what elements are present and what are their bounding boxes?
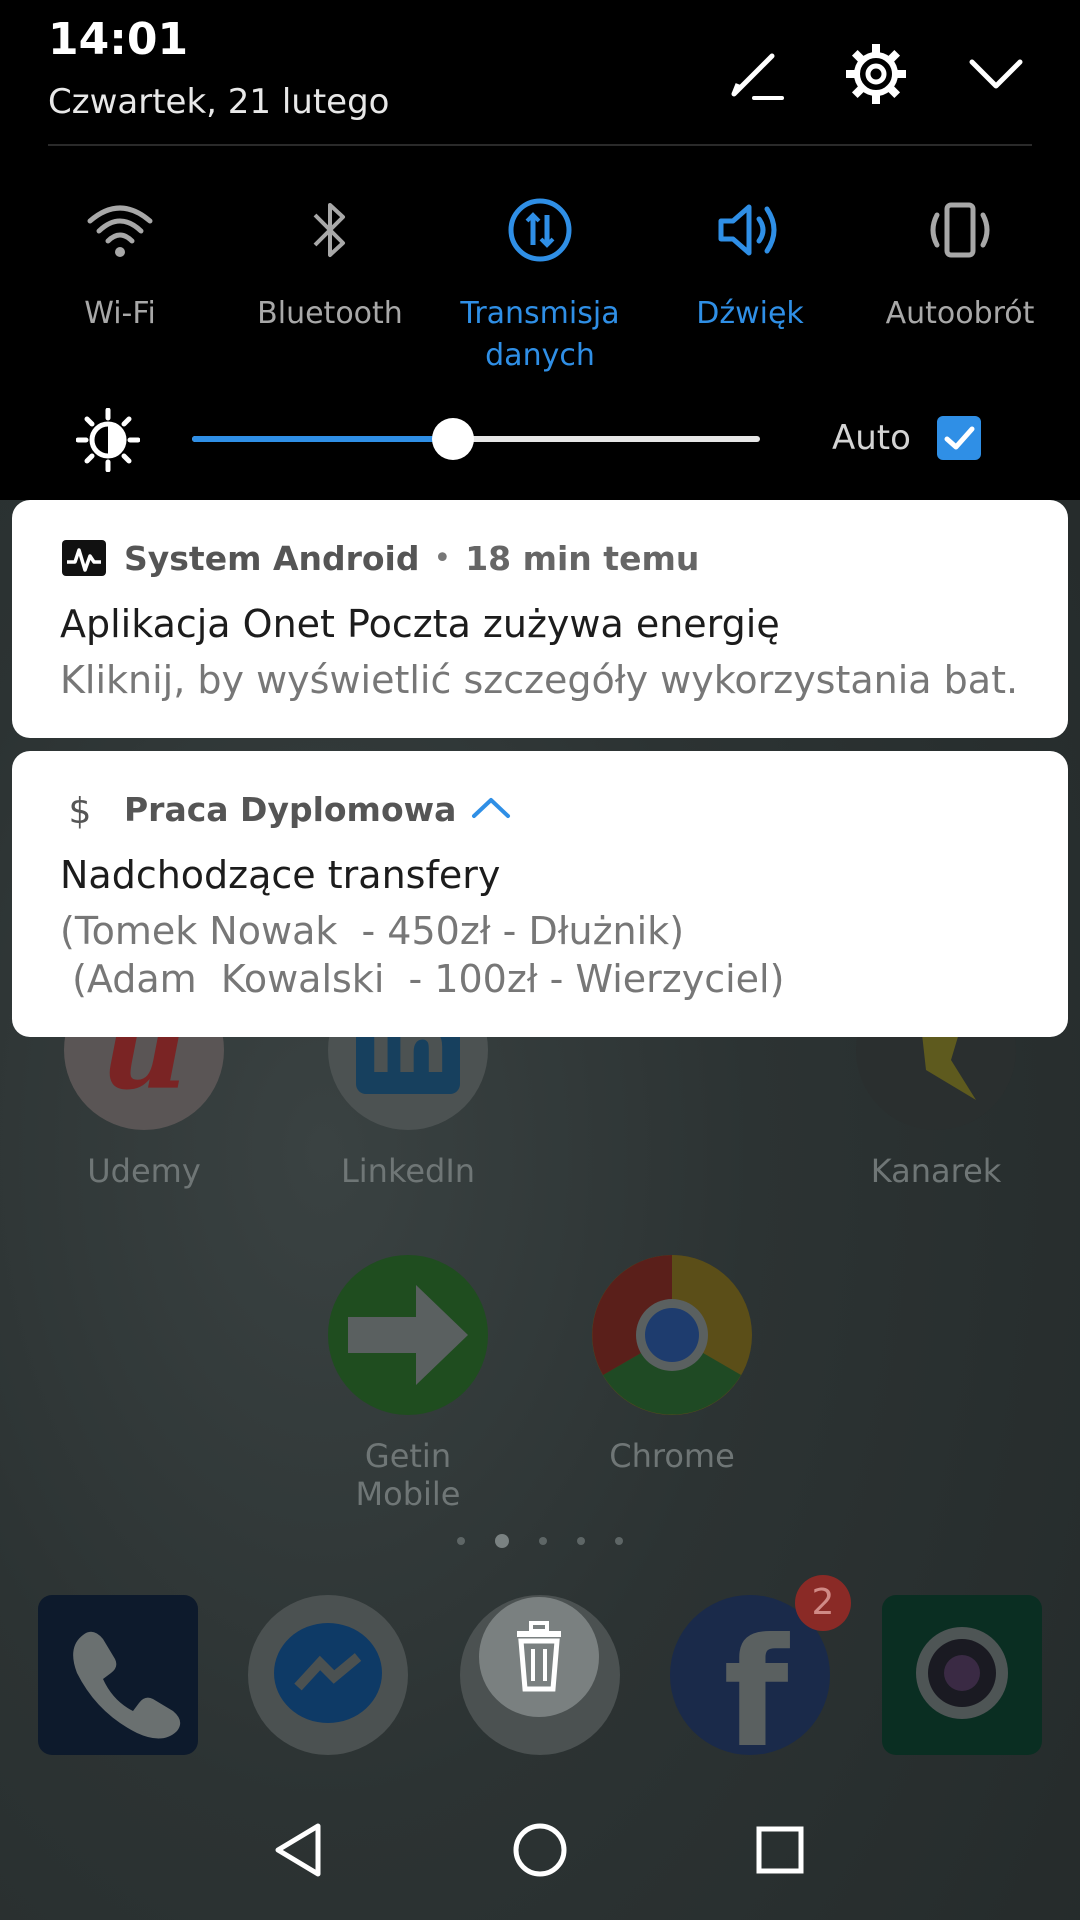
tile-label: Bluetooth (257, 296, 403, 331)
tile-label: Dźwięk (696, 296, 804, 331)
svg-text:f: f (723, 1607, 790, 1755)
app-getin-mobile[interactable]: Getin Mobile (308, 1255, 508, 1513)
quick-settings-panel: 14:01 Czwartek, 21 lutego Wi-Fi Bluetoot… (0, 0, 1080, 500)
brightness-slider-thumb[interactable] (432, 418, 475, 460)
tile-wifi[interactable]: Wi-Fi (30, 195, 210, 335)
header-divider (48, 144, 1032, 146)
app-label: Chrome (609, 1437, 735, 1475)
recents-icon (756, 1826, 804, 1874)
phone-icon (73, 1631, 181, 1739)
expand-toggle[interactable] (470, 792, 512, 826)
svg-text:$: $ (69, 791, 92, 829)
tile-label: Transmisja danych (460, 296, 620, 373)
chevron-down-icon (969, 59, 1023, 89)
notification-line: (Adam Kowalski - 100zł - Wierzyciel) (60, 957, 785, 1001)
brightness-slider[interactable] (192, 418, 760, 460)
messenger-icon (274, 1623, 382, 1723)
edit-icon (731, 53, 784, 100)
messenger-app[interactable] (248, 1595, 408, 1755)
app-label: Udemy (87, 1152, 201, 1190)
trash-icon (517, 1621, 561, 1692)
date: Czwartek, 21 lutego (48, 82, 390, 122)
app-chrome[interactable]: Chrome (572, 1255, 772, 1475)
back-button[interactable] (260, 1810, 340, 1890)
brightness-slider-fill (192, 436, 454, 442)
sound-icon (715, 195, 785, 265)
app-label: Kanarek (870, 1152, 1002, 1190)
tile-label: Autoobrót (885, 296, 1035, 331)
notification-app-name: Praca Dyplomowa (124, 789, 457, 829)
camera-app[interactable] (882, 1595, 1042, 1755)
getin-mobile-icon (328, 1255, 488, 1415)
page-indicator (0, 1530, 1080, 1549)
system-monitor-icon (62, 540, 106, 576)
wifi-icon (85, 195, 155, 265)
chrome-icon (592, 1255, 752, 1415)
notification-header: System Android • 18 min temu (62, 536, 699, 580)
trash-button[interactable] (479, 1597, 599, 1717)
edit-button[interactable] (724, 42, 788, 106)
back-icon (275, 1823, 321, 1877)
app-label: Getin Mobile (355, 1437, 461, 1513)
navigation-bar (0, 1780, 1080, 1920)
tile-sound[interactable]: Dźwięk (660, 195, 840, 335)
clock: 14:01 (48, 14, 189, 65)
notification-text: Kliknij, by wyświetlić szczegóły wykorzy… (60, 658, 1020, 702)
auto-brightness-checkbox[interactable] (937, 416, 981, 460)
data-transfer-icon (505, 195, 575, 265)
tile-data-transfer[interactable]: Transmisja danych (450, 195, 630, 377)
checkmark-icon (944, 426, 975, 450)
rotation-icon (925, 195, 995, 265)
chevron-up-icon (472, 798, 511, 818)
brightness-icon (75, 407, 141, 473)
notification-time: 18 min temu (465, 538, 700, 578)
dollar-icon: $ (69, 791, 92, 829)
notification-system-android[interactable]: System Android • 18 min temu Aplikacja O… (12, 500, 1068, 738)
collapse-button[interactable] (964, 42, 1028, 106)
bluetooth-icon (295, 195, 365, 265)
auto-brightness-label: Auto (832, 418, 911, 458)
home-button[interactable] (500, 1810, 580, 1890)
home-icon (513, 1823, 567, 1877)
tile-autorotate[interactable]: Autoobrót (870, 195, 1050, 335)
notification-title: Nadchodzące transfery (60, 853, 501, 897)
notification-title: Aplikacja Onet Poczta zużywa energię (60, 602, 780, 646)
settings-button[interactable] (844, 42, 908, 106)
separator-dot: • (433, 540, 452, 576)
facebook-badge: 2 (795, 1575, 851, 1631)
gear-icon (846, 44, 906, 104)
phone-app[interactable] (38, 1595, 198, 1755)
camera-icon (916, 1627, 1008, 1719)
app-label: LinkedIn (340, 1152, 476, 1190)
notification-header: $ Praca Dyplomowa (62, 787, 512, 831)
notification-praca-dyplomowa[interactable]: $ Praca Dyplomowa Nadchodzące transfery … (12, 751, 1068, 1037)
recents-button[interactable] (740, 1810, 820, 1890)
notification-app-name: System Android (124, 538, 420, 578)
tile-label: Wi-Fi (84, 296, 156, 331)
notification-line: (Tomek Nowak - 450zł - Dłużnik) (60, 909, 685, 953)
tile-bluetooth[interactable]: Bluetooth (240, 195, 420, 335)
